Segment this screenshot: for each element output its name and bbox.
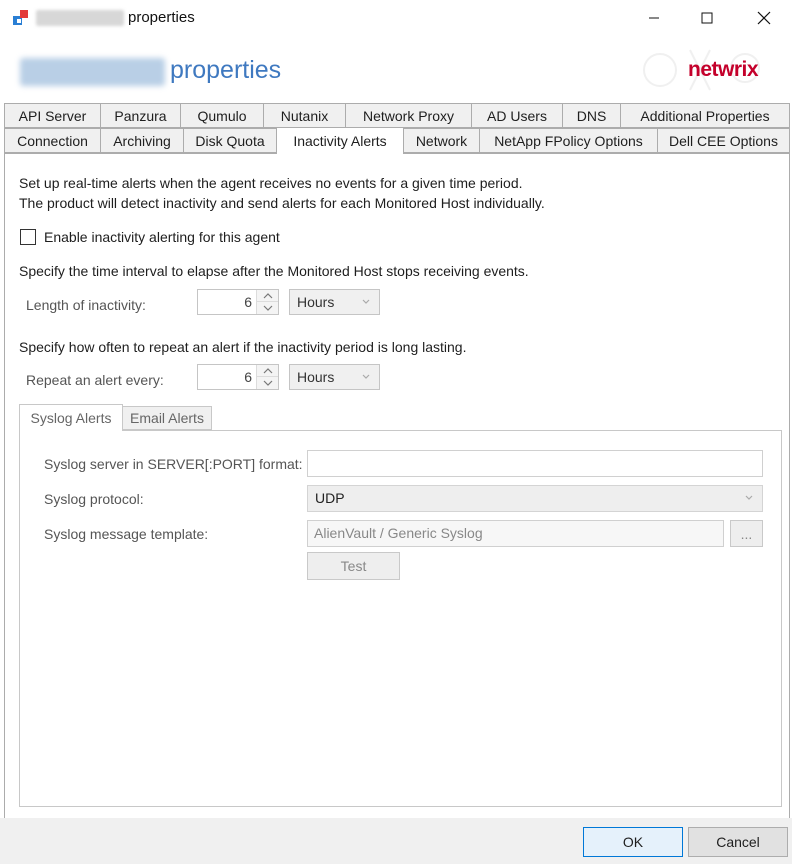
tab-archiving[interactable]: Archiving	[100, 128, 184, 153]
tab-nutanix[interactable]: Nutanix	[263, 103, 346, 128]
repeat-unit-dropdown[interactable]: Hours	[289, 364, 380, 390]
syslog-protocol-label: Syslog protocol:	[44, 491, 144, 507]
tab-additional-properties[interactable]: Additional Properties	[620, 103, 790, 128]
window-title: properties	[128, 9, 195, 26]
length-of-inactivity-spinner[interactable]: 6	[197, 289, 279, 315]
tab-network[interactable]: Network	[403, 128, 480, 153]
tab-dell-cee-options[interactable]: Dell CEE Options	[657, 128, 790, 153]
repeat-description: Specify how often to repeat an alert if …	[19, 339, 467, 355]
length-unit-dropdown[interactable]: Hours	[289, 289, 380, 315]
chevron-up-icon	[263, 292, 272, 298]
repeat-alert-spinner[interactable]: 6	[197, 364, 279, 390]
spin-up-button[interactable]	[257, 365, 278, 377]
tab-qumulo[interactable]: Qumulo	[180, 103, 264, 128]
chevron-down-icon	[362, 374, 370, 379]
syslog-server-label: Syslog server in SERVER[:PORT] format:	[44, 456, 303, 472]
repeat-alert-label: Repeat an alert every:	[26, 372, 164, 388]
spin-down-button[interactable]	[257, 302, 278, 314]
tab-ad-users[interactable]: AD Users	[471, 103, 563, 128]
syslog-template-label: Syslog message template:	[44, 526, 209, 542]
tab-panzura[interactable]: Panzura	[100, 103, 181, 128]
minimize-button[interactable]	[628, 0, 680, 36]
length-value: 6	[244, 294, 252, 310]
repeat-unit-value: Hours	[297, 369, 335, 385]
chevron-down-icon	[263, 305, 272, 311]
enable-inactivity-checkbox[interactable]	[20, 229, 36, 245]
chevron-down-icon	[745, 495, 753, 500]
tab-syslog-alerts[interactable]: Syslog Alerts	[19, 404, 123, 431]
maximize-button[interactable]	[681, 0, 733, 36]
spinner-arrows	[256, 365, 278, 389]
repeat-value: 6	[244, 369, 252, 385]
spinner-arrows	[256, 290, 278, 314]
ok-button[interactable]: OK	[583, 827, 683, 857]
interval-description: Specify the time interval to elapse afte…	[19, 263, 529, 279]
spin-down-button[interactable]	[257, 377, 278, 389]
tab-network-proxy[interactable]: Network Proxy	[345, 103, 472, 128]
tab-dns[interactable]: DNS	[562, 103, 621, 128]
length-of-inactivity-label: Length of inactivity:	[26, 297, 146, 313]
tab-connection[interactable]: Connection	[4, 128, 101, 153]
chevron-down-icon	[263, 380, 272, 386]
intro-text-line1: Set up real-time alerts when the agent r…	[19, 175, 523, 191]
syslog-server-input[interactable]	[307, 450, 763, 477]
app-icon	[13, 10, 28, 25]
maximize-icon	[701, 12, 713, 24]
tab-disk-quota[interactable]: Disk Quota	[183, 128, 277, 153]
dialog-header-title: properties	[170, 56, 282, 84]
redacted-header-name	[20, 58, 165, 86]
tab-netapp-fpolicy-options[interactable]: NetApp FPolicy Options	[479, 128, 658, 153]
browse-template-button[interactable]: ...	[730, 520, 763, 547]
spin-up-button[interactable]	[257, 290, 278, 302]
chevron-up-icon	[263, 367, 272, 373]
syslog-template-input[interactable]: AlienVault / Generic Syslog	[307, 520, 724, 547]
cancel-button[interactable]: Cancel	[688, 827, 788, 857]
syslog-protocol-dropdown[interactable]: UDP	[307, 485, 763, 512]
close-icon	[757, 11, 771, 25]
title-bar: properties	[0, 0, 792, 36]
tab-inactivity-alerts[interactable]: Inactivity Alerts	[276, 127, 404, 154]
tab-api-server[interactable]: API Server	[4, 103, 101, 128]
inner-tab-joint	[20, 429, 122, 431]
syslog-template-value: AlienVault / Generic Syslog	[314, 525, 483, 541]
tab-email-alerts[interactable]: Email Alerts	[122, 406, 212, 430]
minimize-icon	[649, 17, 659, 19]
length-unit-value: Hours	[297, 294, 335, 310]
test-button[interactable]: Test	[307, 552, 400, 580]
close-button[interactable]	[738, 0, 790, 36]
active-tab-joint	[277, 153, 403, 155]
enable-inactivity-label[interactable]: Enable inactivity alerting for this agen…	[44, 229, 280, 245]
intro-text-line2: The product will detect inactivity and s…	[19, 195, 545, 211]
redacted-title	[36, 10, 124, 26]
chevron-down-icon	[362, 299, 370, 304]
syslog-protocol-value: UDP	[315, 490, 345, 506]
brand-logo: netwrix	[688, 58, 759, 81]
